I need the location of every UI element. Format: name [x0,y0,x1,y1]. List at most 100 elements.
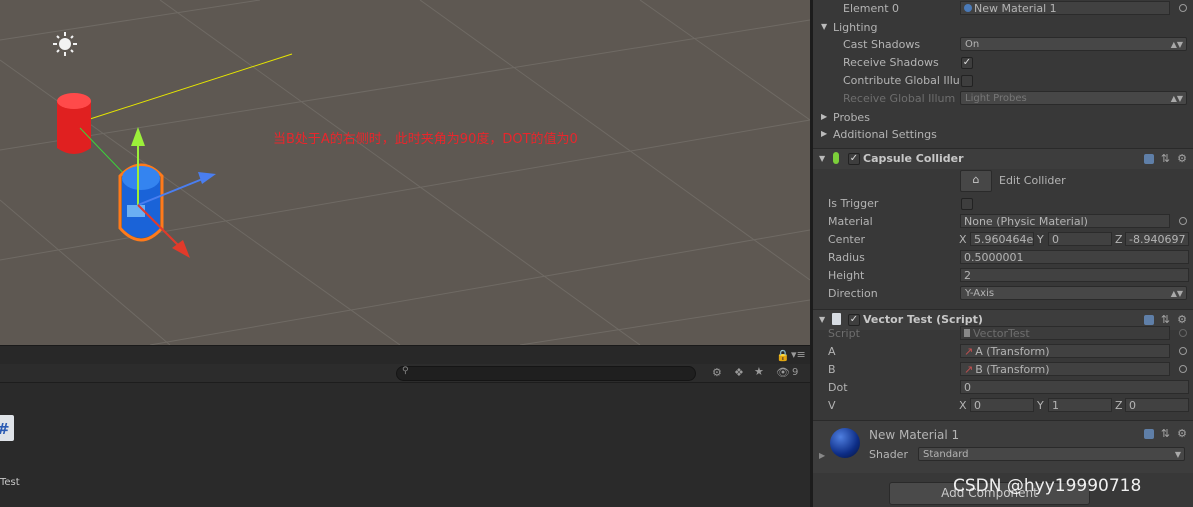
receive-gi-row: Receive Global Illum Light Probes ▲▼ [813,90,1193,108]
preset-icon[interactable]: ⇅ [1161,152,1170,165]
panel-menu-icon[interactable]: ▾≡ [791,348,806,361]
dropdown-arrow-icon: ▲▼ [1170,289,1183,298]
preset-icon[interactable]: ⇅ [1161,427,1170,440]
dot-field[interactable]: 0 [960,380,1189,394]
help-book-icon[interactable] [1143,315,1154,325]
receive-gi-label: Receive Global Illum [843,92,956,105]
cast-shadows-value: On [965,39,980,50]
capsule-collider-header[interactable]: ▼ ✓ Capsule Collider ⇅ ⚙ [813,148,1193,169]
additional-settings-label: Additional Settings [833,128,937,141]
material-foldout-icon[interactable]: ▶ [819,451,825,460]
element0-row: Element 0 New Material 1 [813,0,1193,18]
element0-field[interactable]: New Material 1 [960,1,1170,15]
dropdown-arrow-icon: ▲▼ [1170,40,1183,49]
visibility-eye-icon[interactable]: 👁 [776,366,790,379]
edit-collider-button[interactable]: ⌂ [960,170,992,192]
gear-icon[interactable]: ⚙ [1177,152,1187,165]
b-field[interactable]: ↗ B (Transform) [960,362,1170,376]
contribute-gi-checkbox[interactable] [961,75,973,87]
filter-by-type-icon[interactable]: ⚙ [712,366,722,379]
element0-value: New Material 1 [974,2,1057,15]
height-label: Height [828,269,865,282]
cylinder-b[interactable] [118,163,164,242]
receive-shadows-checkbox[interactable]: ✓ [961,57,973,69]
material-preview-sphere[interactable] [830,428,860,458]
center-y-label: Y [1037,233,1044,246]
edit-collider-icon: ⌂ [972,173,980,186]
project-search-input[interactable]: ⚲ [396,366,696,381]
center-x-field[interactable]: 5.960464e [970,232,1034,246]
dropdown-arrow-icon: ▼ [1174,450,1181,459]
probes-foldout[interactable]: ▶ Probes [813,109,1193,127]
object-picker-icon[interactable] [1179,365,1187,373]
object-picker-icon[interactable] [1179,217,1187,225]
v-x-field[interactable]: 0 [970,398,1034,412]
transform-icon: ↗ [964,363,974,376]
a-field[interactable]: ↗ A (Transform) [960,344,1170,358]
edit-collider-row: ⌂ Edit Collider [813,170,1193,192]
height-field[interactable]: 2 [960,268,1189,282]
material-header-icons: ⇅ ⚙ [1137,427,1187,440]
gear-icon[interactable]: ⚙ [1177,427,1187,440]
scene-view[interactable]: 当B处于A的右侧时，此时夹角为90度，DOT的值为0 [0,0,810,345]
center-z-field[interactable]: -8.940697 [1125,232,1189,246]
project-search-bar: ⚲ ⚙ ❖ ★ 👁 9 [0,364,810,383]
visible-count: 9 [792,367,799,378]
foldout-closed-icon: ▶ [821,129,828,138]
script-file-label[interactable]: Test [0,477,20,488]
cylinder-a[interactable] [57,93,91,154]
foldout-closed-icon: ▶ [821,112,828,121]
foldout-open-icon[interactable]: ▼ [819,154,825,163]
shader-value: Standard [923,449,969,460]
object-picker-icon [1179,329,1187,337]
contribute-gi-label: Contribute Global Illu [843,74,960,87]
shader-label: Shader [869,448,908,461]
foldout-open-icon: ▼ [821,22,828,31]
foldout-open-icon[interactable]: ▼ [819,315,825,324]
direction-dropdown[interactable]: Y-Axis ▲▼ [960,286,1187,300]
help-book-icon[interactable] [1143,429,1154,439]
script-icon [964,329,970,337]
search-icon: ⚲ [402,366,409,376]
dropdown-arrow-icon: ▲▼ [1170,94,1183,103]
lighting-foldout[interactable]: ▼ Lighting [813,19,1193,37]
csharp-script-file-icon[interactable]: # [0,415,14,441]
material-field[interactable]: None (Physic Material) [960,214,1170,228]
filter-by-label-icon[interactable]: ❖ [734,366,744,379]
project-assets-area[interactable] [0,383,810,507]
direction-label: Direction [828,287,878,300]
object-picker-icon[interactable] [1179,347,1187,355]
material-row: Material None (Physic Material) [813,213,1193,231]
help-book-icon[interactable] [1143,154,1154,164]
cast-shadows-dropdown[interactable]: On ▲▼ [960,37,1187,51]
b-label: B [828,363,836,376]
object-picker-icon[interactable] [1179,4,1187,12]
scene-canvas[interactable] [0,0,810,345]
height-row: Height 2 [813,267,1193,285]
directional-light-icon[interactable] [53,32,77,56]
v-z-label: Z [1115,399,1123,412]
inspector-panel: Element 0 New Material 1 ▼ Lighting Cast… [813,0,1193,507]
favorite-star-icon[interactable]: ★ [754,365,764,378]
v-y-field[interactable]: 1 [1048,398,1112,412]
capsule-collider-enabled-checkbox[interactable]: ✓ [848,153,860,165]
a-row: A ↗ A (Transform) [813,343,1193,361]
element0-label: Element 0 [843,2,900,15]
material-label: Material [828,215,873,228]
shader-dropdown[interactable]: Standard ▼ [918,447,1185,461]
radius-field[interactable]: 0.5000001 [960,250,1189,264]
watermark: CSDN @hyy19990718 [953,476,1142,496]
v-row: V X 0 Y 1 Z 0 [813,397,1193,415]
script-value: VectorTest [973,327,1030,340]
center-label: Center [828,233,866,246]
receive-shadows-label: Receive Shadows [843,56,939,69]
transform-icon: ↗ [964,345,974,358]
is-trigger-label: Is Trigger [828,197,879,210]
lock-icon[interactable]: 🔒 [776,349,790,362]
v-z-field[interactable]: 0 [1125,398,1189,412]
dot-row: Dot 0 [813,379,1193,397]
additional-settings-foldout[interactable]: ▶ Additional Settings [813,126,1193,144]
receive-gi-value: Light Probes [965,93,1027,104]
is-trigger-checkbox[interactable] [961,198,973,210]
center-y-field[interactable]: 0 [1048,232,1112,246]
